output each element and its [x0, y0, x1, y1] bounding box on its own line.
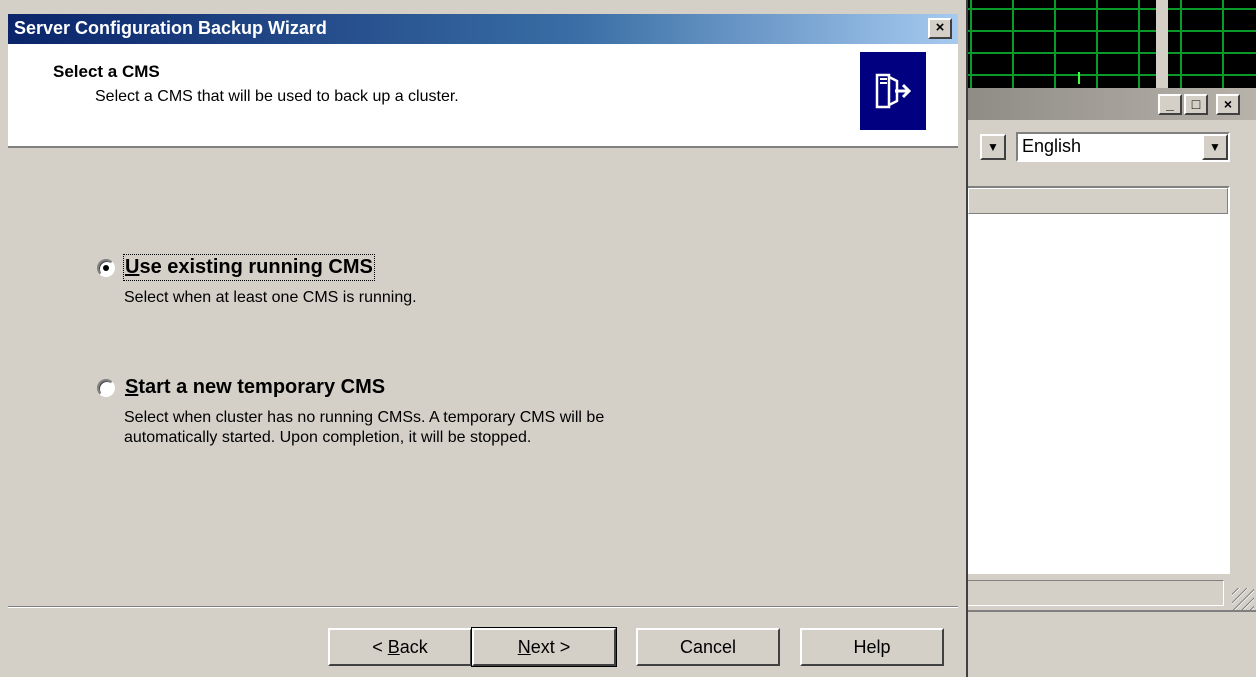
- language-value: English: [1022, 136, 1082, 156]
- background-window: _ □ × ▼ English ▼: [960, 88, 1256, 677]
- help-button[interactable]: Help: [800, 628, 944, 666]
- page-subtitle: Select a CMS that will be used to back u…: [95, 88, 459, 105]
- next-button[interactable]: Next >: [471, 627, 617, 667]
- background-titlebar: _ □ ×: [960, 88, 1256, 120]
- monitor-blip: [1078, 72, 1080, 84]
- wizard-dialog: Server Configuration Backup Wizard × Sel…: [0, 0, 968, 677]
- maximize-button[interactable]: □: [1184, 94, 1208, 115]
- close-button[interactable]: ×: [928, 18, 952, 39]
- option-description-start-temporary: Select when cluster has no running CMSs.…: [124, 409, 605, 446]
- dropdown-arrow-icon[interactable]: ▼: [980, 134, 1006, 160]
- chevron-down-icon[interactable]: ▼: [1202, 134, 1228, 160]
- option-label-use-existing[interactable]: Use existing running CMS: [123, 254, 375, 281]
- monitor-divider: [1156, 0, 1168, 88]
- footer-divider: [8, 606, 958, 608]
- language-select[interactable]: English ▼: [1016, 132, 1230, 162]
- screen: _ □ × ▼ English ▼ Server Configuration B…: [0, 0, 1256, 677]
- radio-use-existing[interactable]: [97, 258, 115, 277]
- list-header[interactable]: [968, 188, 1228, 214]
- server-arrow-icon: [860, 52, 926, 130]
- wizard-header: Select a CMS Select a CMS that will be u…: [8, 44, 958, 148]
- minimize-button[interactable]: _: [1158, 94, 1182, 115]
- option-start-temporary[interactable]: Start a new temporary CMS: [97, 376, 385, 399]
- option-description-use-existing: Select when at least one CMS is running.: [124, 289, 417, 306]
- resize-grip-icon[interactable]: [1232, 588, 1254, 610]
- background-close-button[interactable]: ×: [1216, 94, 1240, 115]
- dialog-title: Server Configuration Backup Wizard: [14, 18, 327, 38]
- status-bar: [966, 580, 1224, 606]
- radio-start-temporary[interactable]: [97, 378, 115, 397]
- background-list[interactable]: [966, 186, 1230, 574]
- option-use-existing[interactable]: Use existing running CMS: [97, 254, 375, 281]
- cancel-button[interactable]: Cancel: [636, 628, 780, 666]
- option-label-start-temporary[interactable]: Start a new temporary CMS: [125, 376, 385, 399]
- back-button[interactable]: < Back: [328, 628, 472, 666]
- page-title: Select a CMS: [53, 62, 160, 81]
- divider: [960, 610, 1256, 612]
- title-bar[interactable]: Server Configuration Backup Wizard ×: [8, 14, 958, 44]
